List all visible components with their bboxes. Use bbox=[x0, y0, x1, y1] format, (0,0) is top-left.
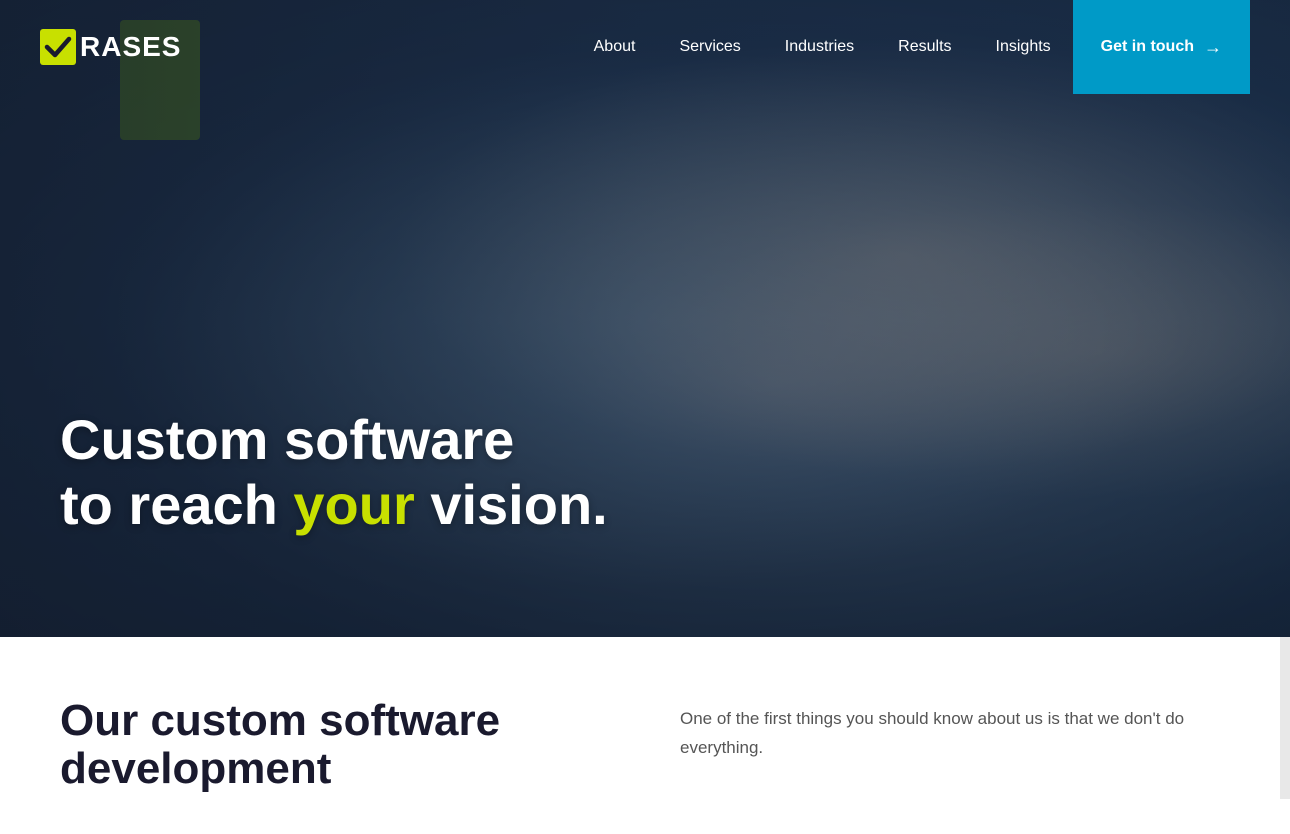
hero-overlay bbox=[0, 0, 1290, 637]
below-hero-title: Our custom software development bbox=[60, 697, 600, 794]
cta-label: Get in touch bbox=[1101, 38, 1194, 56]
below-hero-left: Our custom software development bbox=[60, 697, 600, 794]
nav-insights[interactable]: Insights bbox=[974, 0, 1073, 94]
logo-icon bbox=[40, 29, 76, 65]
hero-title-line1: Custom software bbox=[60, 408, 514, 471]
nav-industries[interactable]: Industries bbox=[763, 0, 876, 94]
hero-title-line2-before: to reach bbox=[60, 473, 293, 536]
logo-link[interactable]: RASES bbox=[40, 29, 181, 65]
hero-title-line2-after: vision. bbox=[415, 473, 608, 536]
hero-title: Custom software to reach your vision. bbox=[60, 408, 608, 537]
logo-text: RASES bbox=[80, 31, 181, 63]
site-header: RASES About Services Industries Results … bbox=[0, 0, 1290, 94]
nav-about[interactable]: About bbox=[572, 0, 658, 94]
hero-section: RASES About Services Industries Results … bbox=[0, 0, 1290, 637]
nav-services[interactable]: Services bbox=[657, 0, 762, 94]
main-nav: About Services Industries Results Insigh… bbox=[572, 0, 1250, 94]
below-hero-body: One of the first things you should know … bbox=[680, 705, 1230, 763]
nav-results[interactable]: Results bbox=[876, 0, 973, 94]
get-in-touch-button[interactable]: Get in touch → bbox=[1073, 0, 1250, 94]
below-hero-right: One of the first things you should know … bbox=[680, 697, 1230, 794]
hero-title-highlight: your bbox=[293, 473, 414, 536]
hero-content: Custom software to reach your vision. bbox=[60, 408, 608, 537]
below-hero-section: Our custom software development One of t… bbox=[0, 637, 1290, 834]
below-hero-title-line2: development bbox=[60, 744, 331, 793]
below-hero-title-line1: Our custom software bbox=[60, 696, 500, 745]
cta-arrow-icon: → bbox=[1204, 37, 1222, 58]
